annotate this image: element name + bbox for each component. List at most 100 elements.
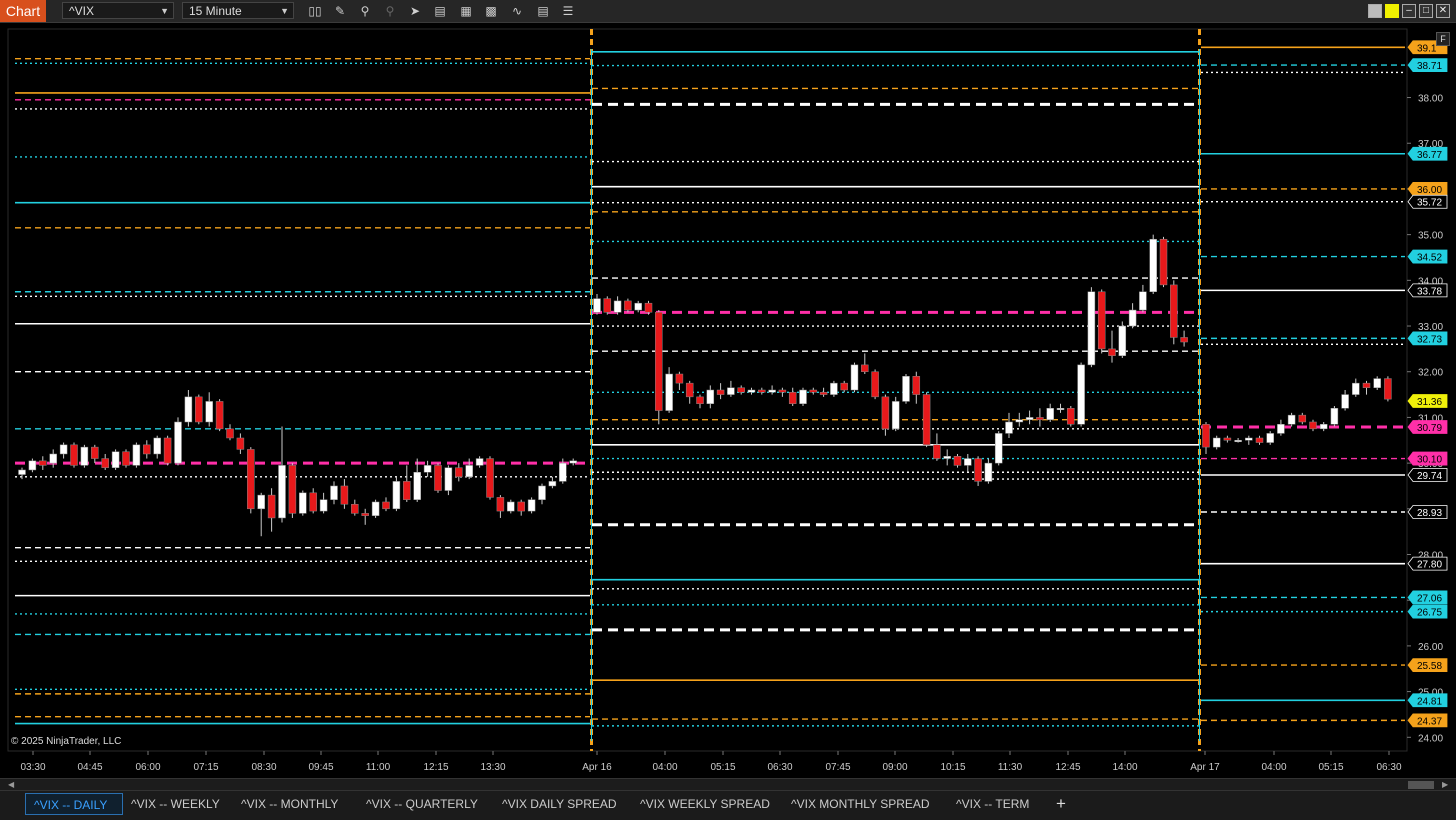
chart-panel[interactable]: 24.0025.0026.0027.0028.0029.0030.0031.00… [0, 23, 1456, 778]
candle-body [132, 444, 141, 466]
candle-body [465, 465, 473, 478]
candle-body [392, 481, 401, 510]
y-tick-label: 26.00 [1418, 642, 1443, 653]
price-label: 30.79 [1417, 423, 1442, 434]
drawing-tool-icon[interactable]: ✎ [332, 3, 348, 19]
candle-body [891, 401, 900, 430]
panel-badge[interactable]: F [1436, 32, 1450, 46]
data-box-icon[interactable]: ▤ [432, 3, 448, 19]
tab-vix-quarterly[interactable]: ^VIX -- QUARTERLY [358, 793, 490, 815]
indicators-icon[interactable]: ▩ [483, 3, 499, 19]
x-tick-label: 11:30 [998, 762, 1023, 773]
add-tab-button[interactable]: + [1050, 793, 1072, 815]
chart-window-tab[interactable]: Chart [0, 0, 46, 22]
x-tick-label: 04:00 [652, 762, 677, 773]
candle-body [706, 389, 715, 404]
link-color-icon[interactable] [1368, 4, 1382, 18]
candle-body [685, 382, 694, 398]
candle-body [943, 456, 951, 459]
candle-body [1245, 437, 1253, 441]
tab-vix-daily[interactable]: ^VIX -- DAILY [25, 793, 123, 815]
x-tick-label: 08:30 [251, 762, 276, 773]
templates-icon[interactable]: ▤ [535, 3, 551, 19]
candle-body [1255, 437, 1264, 443]
candle-body [1341, 394, 1349, 409]
tab-vix-monthly-spread[interactable]: ^VIX MONTHLY SPREAD [783, 793, 943, 815]
candle-body [1266, 433, 1274, 443]
y-tick-label: 32.00 [1418, 368, 1443, 379]
candle-body [840, 382, 848, 391]
candle-body [278, 465, 286, 519]
candle-body [371, 501, 380, 516]
candle-body [247, 449, 255, 510]
candle-body [861, 364, 869, 372]
candle-body [91, 446, 99, 459]
x-tick-label: 07:15 [193, 762, 218, 773]
instrument-selector[interactable]: ^VIX ▼ [62, 2, 174, 19]
candle-body [747, 389, 756, 393]
candle-body [624, 300, 632, 311]
candle-body [912, 376, 921, 395]
candle-body [850, 364, 859, 391]
x-tick-label: 06:00 [135, 762, 160, 773]
candle-body [153, 437, 161, 455]
zoom-in-icon[interactable]: ⚲ [357, 3, 373, 19]
close-icon[interactable]: ✕ [1436, 4, 1450, 18]
candle-body [819, 392, 828, 395]
candle-body [1330, 408, 1339, 425]
interval-selector[interactable]: 15 Minute ▼ [182, 2, 294, 19]
maximize-icon[interactable]: □ [1419, 4, 1433, 18]
candle-body [174, 421, 182, 464]
minimize-icon[interactable]: – [1402, 4, 1416, 18]
candle-body [1234, 440, 1242, 443]
link-color-yellow-icon[interactable] [1385, 4, 1399, 18]
candle-body [101, 458, 109, 468]
candle-body [49, 453, 57, 464]
tab-vix-monthly[interactable]: ^VIX -- MONTHLY [233, 793, 353, 815]
candle-body [226, 428, 234, 439]
candle-body [486, 458, 494, 498]
candle-body [922, 394, 931, 446]
price-label: 38.71 [1417, 61, 1442, 72]
candle-body [603, 298, 612, 313]
candle-body [1159, 238, 1168, 286]
price-label: 26.75 [1417, 608, 1442, 619]
x-tick-label: 12:15 [423, 762, 448, 773]
tab-vix-weekly-spread[interactable]: ^VIX WEEKLY SPREAD [632, 793, 782, 815]
x-tick-label: 09:45 [308, 762, 333, 773]
candle-body [1298, 414, 1307, 423]
interval-value: 15 Minute [189, 4, 242, 18]
candle-body [309, 492, 317, 512]
price-label: 24.81 [1417, 696, 1442, 707]
x-tick-label: Apr 17 [1190, 762, 1220, 773]
menu-icon[interactable]: ☰ [560, 3, 576, 19]
title-bar: Chart ^VIX ▼ 15 Minute ▼ ▯▯ ✎ ⚲ ⚲ ➤ ▤ ▦ … [0, 0, 1456, 23]
price-label: 29.74 [1417, 471, 1442, 482]
tab-vix-term[interactable]: ^VIX -- TERM [948, 793, 1048, 815]
candle-body [288, 465, 297, 514]
chevron-down-icon: ▼ [280, 6, 289, 16]
strategies-icon[interactable]: ∿ [509, 3, 525, 19]
candle-body [1046, 408, 1054, 420]
candle-body [665, 373, 673, 411]
tab-vix-weekly[interactable]: ^VIX -- WEEKLY [123, 793, 231, 815]
candle-body [799, 389, 807, 404]
price-chart[interactable]: 24.0025.0026.0027.0028.0029.0030.0031.00… [0, 23, 1456, 778]
pointer-icon[interactable]: ➤ [407, 3, 423, 19]
candle-body [994, 433, 1003, 464]
x-tick-label: 04:00 [1261, 762, 1286, 773]
candle-body [933, 444, 941, 459]
candle-body [143, 444, 151, 455]
bar-type-icon[interactable]: ▯▯ [307, 3, 323, 19]
tab-vix-daily-spread[interactable]: ^VIX DAILY SPREAD [494, 793, 632, 815]
properties-icon[interactable]: ▦ [458, 3, 474, 19]
x-tick-label: 10:15 [940, 762, 965, 773]
candle-body [444, 467, 453, 491]
scroll-thumb[interactable] [1408, 781, 1434, 789]
candle-body [964, 458, 972, 466]
zoom-out-icon[interactable]: ⚲ [382, 3, 398, 19]
candle-body [267, 494, 276, 519]
candle-body [527, 499, 536, 512]
candle-body [1202, 424, 1210, 448]
candle-body [634, 302, 642, 311]
